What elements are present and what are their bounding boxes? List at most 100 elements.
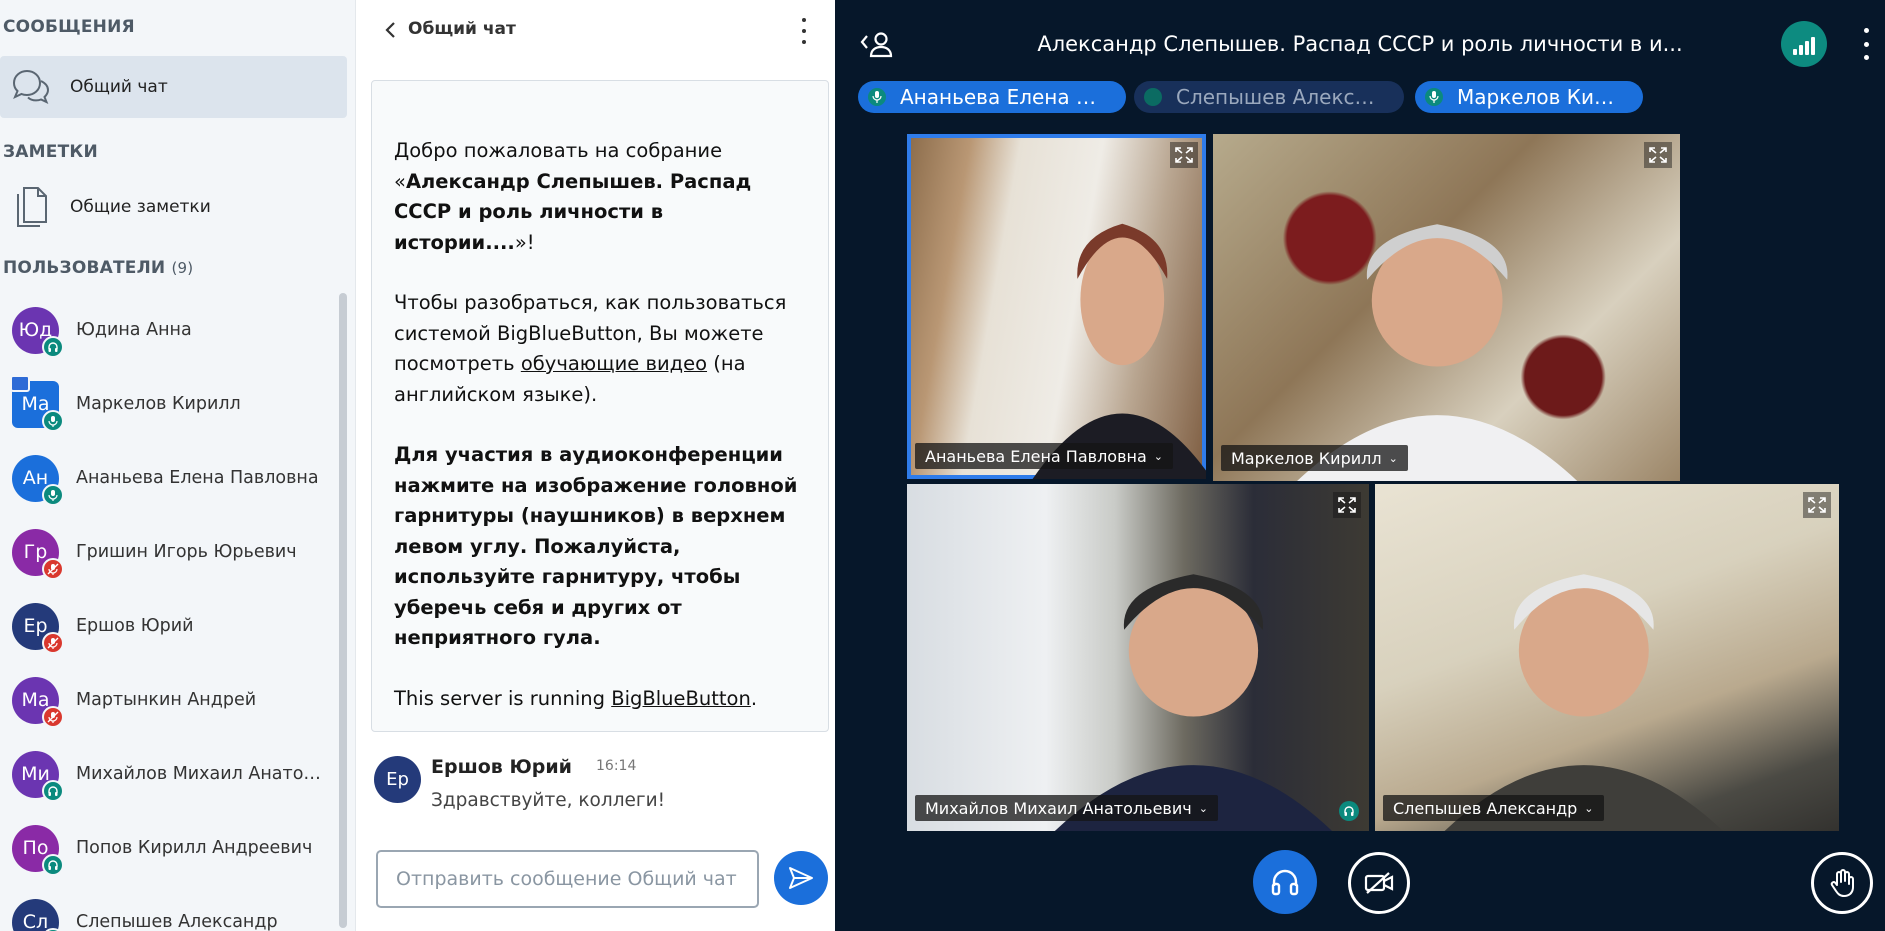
chat-options-icon[interactable] xyxy=(796,18,812,44)
user-name: Маркелов Кирилл xyxy=(76,394,241,414)
chevron-down-icon: ⌄ xyxy=(1198,801,1208,815)
users-title-text: ПОЛЬЗОВАТЕЛИ xyxy=(3,258,166,278)
raise-hand-button[interactable] xyxy=(1811,852,1873,914)
user-avatar: По xyxy=(12,824,64,876)
document-icon xyxy=(10,186,52,228)
microphone-icon xyxy=(868,88,886,106)
user-list-item[interactable]: По Попов Кирилл Андреевич xyxy=(0,811,340,885)
mic-muted-icon xyxy=(42,631,64,654)
meeting-title: Александр Слепышев. Распад СССР и роль л… xyxy=(1037,32,1683,56)
connection-status-button[interactable] xyxy=(1781,21,1827,67)
mic-muted-icon xyxy=(42,705,64,728)
users-section-title: ПОЛЬЗОВАТЕЛИ (9) xyxy=(3,258,193,278)
microphone-icon xyxy=(42,483,64,506)
mic-muted-icon xyxy=(42,557,64,580)
video-tile[interactable]: Ананьева Елена Павловна ⌄ xyxy=(907,134,1206,479)
shared-notes-label: Общие заметки xyxy=(70,197,211,217)
message-text: Здравствуйте, коллеги! xyxy=(431,790,666,811)
user-name: Михайлов Михаил Анатольевич xyxy=(76,764,332,784)
user-list-item[interactable]: Ми Михайлов Михаил Анатольевич xyxy=(0,737,340,811)
user-avatar: Ма xyxy=(12,676,64,728)
status-dot-icon xyxy=(1144,88,1162,106)
user-list-item[interactable]: Гр Гришин Игорь Юрьевич xyxy=(0,515,340,589)
send-message-button[interactable] xyxy=(774,851,828,905)
microphone-icon xyxy=(1425,88,1443,106)
bigbluebutton-link[interactable]: BigBlueButton xyxy=(611,687,751,710)
user-list-item[interactable]: Ма Мартынкин Андрей xyxy=(0,663,340,737)
welcome-paragraph-1: Добро пожаловать на собрание «Александр … xyxy=(394,139,752,254)
user-name: Гришин Игорь Юрьевич xyxy=(76,542,297,562)
public-chat-item[interactable]: Общий чат xyxy=(0,56,347,118)
user-avatar: Юд xyxy=(12,306,64,358)
chat-title: Общий чат xyxy=(408,19,516,39)
main-area: Александр Слепышев. Распад СССР и роль л… xyxy=(835,0,1885,931)
chat-header: Общий чат xyxy=(356,0,836,60)
shared-notes-item[interactable]: Общие заметки xyxy=(0,176,347,238)
share-webcam-button[interactable] xyxy=(1348,852,1410,914)
welcome-paragraph-2: Чтобы разобраться, как пользоваться сист… xyxy=(394,291,787,406)
message-time: 16:14 xyxy=(596,758,637,774)
video-name-label[interactable]: Маркелов Кирилл ⌄ xyxy=(1221,445,1408,471)
options-menu-icon[interactable] xyxy=(1860,28,1872,60)
microphone-icon xyxy=(42,409,64,432)
headphones-icon xyxy=(1271,869,1299,896)
fullscreen-icon[interactable] xyxy=(1644,142,1672,168)
welcome-paragraph-3: Для участия в аудиоконференции нажмите н… xyxy=(394,443,798,649)
video-tile[interactable]: Михайлов Михаил Анатольевич ⌄ xyxy=(907,484,1369,831)
chat-message-input[interactable] xyxy=(376,850,759,908)
camera-off-icon xyxy=(1364,872,1394,894)
users-count: (9) xyxy=(171,259,194,277)
talker-name: Ананьева Елена П... xyxy=(900,85,1111,109)
message-author: Ершов Юрий xyxy=(431,756,572,778)
fullscreen-icon[interactable] xyxy=(1803,492,1831,518)
video-name-label[interactable]: Ананьева Елена Павловна ⌄ xyxy=(915,443,1173,469)
send-icon xyxy=(789,867,813,889)
video-name-label[interactable]: Слепышев Александр ⌄ xyxy=(1383,795,1604,821)
talking-indicator[interactable]: Ананьева Елена П... xyxy=(858,81,1126,113)
user-list-item[interactable]: Ер Ершов Юрий xyxy=(0,589,340,663)
video-name-label[interactable]: Михайлов Михаил Анатольевич ⌄ xyxy=(915,795,1218,821)
video-user-name: Михайлов Михаил Анатольевич xyxy=(925,798,1192,818)
public-chat-label: Общий чат xyxy=(70,77,168,97)
user-list-item[interactable]: Ан Ананьева Елена Павловна xyxy=(0,441,340,515)
user-name: Ананьева Елена Павловна xyxy=(76,468,319,488)
headphones-icon xyxy=(1339,801,1359,821)
fullscreen-icon[interactable] xyxy=(1170,142,1198,168)
video-tile[interactable]: Маркелов Кирилл ⌄ xyxy=(1213,134,1680,481)
tutorial-video-link[interactable]: обучающие видео xyxy=(521,352,707,375)
fullscreen-icon[interactable] xyxy=(1333,492,1361,518)
user-list-panel: СООБЩЕНИЯ Общий чат ЗАМЕТКИ Общие заметк… xyxy=(0,0,355,931)
video-user-name: Слепышев Александр xyxy=(1393,798,1578,818)
welcome-paragraph-4: This server is running BigBlueButton. xyxy=(394,686,758,710)
user-name: Попов Кирилл Андреевич xyxy=(76,838,313,858)
chat-panel: Общий чат Добро пожаловать на собрание «… xyxy=(355,0,835,931)
user-avatar: Гр xyxy=(12,528,64,580)
video-tile[interactable]: Слепышев Александр ⌄ xyxy=(1375,484,1839,831)
headphones-icon xyxy=(42,779,64,802)
user-list-item[interactable]: Ма Маркелов Кирилл xyxy=(0,367,340,441)
chevron-left-icon[interactable] xyxy=(380,19,400,41)
chevron-down-icon: ⌄ xyxy=(1388,451,1398,465)
user-avatar: Ан xyxy=(12,454,64,506)
notes-section-title: ЗАМЕТКИ xyxy=(3,142,98,162)
user-name: Ершов Юрий xyxy=(76,616,194,636)
welcome-message: Добро пожаловать на собрание «Александр … xyxy=(371,80,829,732)
video-user-name: Маркелов Кирилл xyxy=(1231,448,1382,468)
audio-button[interactable] xyxy=(1253,850,1317,914)
user-name: Мартынкин Андрей xyxy=(76,690,257,710)
user-list-item[interactable]: Юд Юдина Анна xyxy=(0,293,340,367)
hand-icon xyxy=(1830,869,1854,897)
chat-bubbles-icon xyxy=(10,66,52,108)
video-feed xyxy=(1032,223,1206,479)
talker-name: Слепышев Александр xyxy=(1176,85,1404,109)
talking-indicator[interactable]: Маркелов Кирилл xyxy=(1415,81,1643,113)
user-avatar: Сл xyxy=(12,898,64,931)
user-avatar: Ма xyxy=(10,374,64,432)
message-avatar: Ер xyxy=(374,756,421,803)
talking-indicator[interactable]: Слепышев Александр xyxy=(1134,81,1404,113)
user-name: Юдина Анна xyxy=(76,320,192,340)
user-list-item[interactable]: Сл Слепышев Александр xyxy=(0,885,340,931)
video-user-name: Ананьева Елена Павловна xyxy=(925,446,1147,466)
user-list-scrollbar[interactable] xyxy=(339,293,347,928)
chevron-down-icon: ⌄ xyxy=(1153,449,1163,463)
